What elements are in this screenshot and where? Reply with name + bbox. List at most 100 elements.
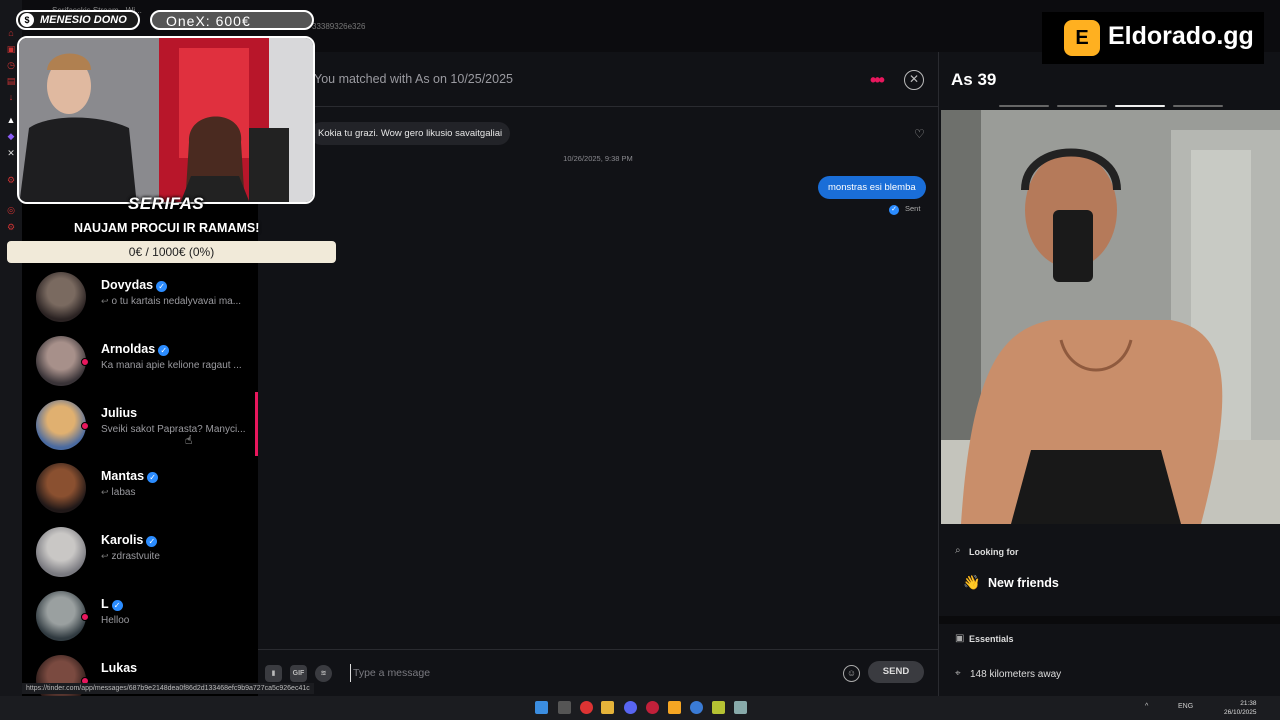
app-icon[interactable] xyxy=(690,701,703,714)
bookmark-icon[interactable]: ▣ xyxy=(6,44,16,54)
distance: 148 kilometers away xyxy=(970,669,1062,680)
sponsor-logo: E Eldorado.gg xyxy=(1042,12,1264,64)
start-icon[interactable] xyxy=(535,701,548,714)
donation-goal-bar: 0€ / 1000€ (0%) xyxy=(7,241,336,263)
avatar xyxy=(36,591,86,641)
verified-badge-icon: ✓ xyxy=(111,600,123,611)
app-icon[interactable] xyxy=(712,701,725,714)
ai-icon[interactable]: ▲ xyxy=(6,115,16,125)
message-preview: ↩ labas xyxy=(101,487,251,498)
match-name-text: Dovydas xyxy=(101,278,154,292)
online-indicator xyxy=(81,613,89,621)
message-preview: Ka manai apie kelione ragaut ... xyxy=(101,360,251,371)
message-preview: Sveiki sakot Paprasta? Manyci... xyxy=(101,424,251,435)
looking-for-label: Looking for xyxy=(969,547,1019,557)
incoming-message: Kokia tu grazi. Wow gero likusio savaitg… xyxy=(310,122,511,145)
address-bar-fragment[interactable]: 33389326e326 xyxy=(312,22,365,31)
search-icon: ⌕ xyxy=(955,545,961,556)
webcam-feed xyxy=(17,36,315,204)
match-name: Lukas xyxy=(101,661,137,675)
verified-badge-icon: ✓ xyxy=(158,345,170,356)
gear-icon[interactable]: ⚙ xyxy=(6,222,16,232)
photo-indicators xyxy=(943,105,1277,108)
goal-text: 0€ / 1000€ (0%) xyxy=(128,245,215,259)
verified-badge-icon: ✓ xyxy=(156,281,168,292)
wallet-icon[interactable]: ▤ xyxy=(6,76,16,86)
message-preview-text: zdrastvuite xyxy=(111,551,160,562)
extension-icon[interactable]: ◎ xyxy=(6,205,16,215)
more-options-icon[interactable]: ••• xyxy=(870,70,885,91)
sent-label: Sent xyxy=(905,204,921,213)
coin-icon: $ xyxy=(20,13,34,27)
sticker-icon[interactable]: ▮ xyxy=(265,665,282,682)
profile-photo[interactable] xyxy=(941,110,1280,524)
twitch-icon[interactable]: ◆ xyxy=(6,131,16,141)
chat-header: You matched with As on 10/25/2025 ••• ✕ xyxy=(258,52,938,107)
message-preview: ↩ zdrastvuite xyxy=(101,551,251,562)
match-name: L ✓ xyxy=(101,597,123,611)
photo-indicator[interactable] xyxy=(1057,105,1107,107)
list-item[interactable]: Arnoldas ✓ Ka manai apie kelione ragaut ..… xyxy=(36,336,251,390)
verified-badge-icon: ✓ xyxy=(147,472,159,483)
history-icon[interactable]: ◷ xyxy=(6,60,16,70)
download-icon[interactable]: ↓ xyxy=(6,92,16,102)
list-item[interactable]: Julius Sveiki sakot Paprasta? Manyci... xyxy=(36,400,251,454)
reply-icon: ↩ xyxy=(101,487,109,497)
location-pin-icon: ⌖ xyxy=(955,668,961,679)
send-button[interactable]: SEND xyxy=(868,661,924,683)
match-name: Dovydas ✓ xyxy=(101,278,168,292)
message-timestamp: 10/26/2025, 9:38 PM xyxy=(563,154,633,163)
chat-panel: You matched with As on 10/25/2025 ••• ✕ … xyxy=(258,52,938,696)
emoji-icon[interactable]: ☺ xyxy=(843,665,860,682)
matched-date: You matched with As on 10/25/2025 xyxy=(314,72,513,86)
avatar xyxy=(36,527,86,577)
windows-taskbar: ^ ENG 21:38 26/10/2025 xyxy=(0,696,1280,720)
webcam-illustration xyxy=(19,38,313,202)
settings-icon[interactable]: ⚙ xyxy=(6,175,16,185)
message-preview-text: Sveiki sakot Paprasta? Manyci... xyxy=(101,424,246,435)
home-icon[interactable]: ⌂ xyxy=(6,28,16,38)
list-item[interactable]: Mantas ✓ ↩ labas xyxy=(36,463,251,517)
message-preview-text: Helloo xyxy=(101,615,130,626)
essentials-label: Essentials xyxy=(969,634,1014,644)
discord-icon[interactable] xyxy=(624,701,637,714)
online-indicator xyxy=(81,422,89,430)
clock[interactable]: 21:38 26/10/2025 xyxy=(1224,699,1257,717)
app-icon[interactable] xyxy=(668,701,681,714)
message-preview: ↩ o tu kartais nedalyvavai ma... xyxy=(101,296,251,307)
sent-check-icon: ✓ xyxy=(889,205,899,215)
avatar xyxy=(36,463,86,513)
tray-chevron-icon[interactable]: ^ xyxy=(1145,703,1148,710)
list-item[interactable]: L ✓ Helloo xyxy=(36,591,251,645)
waving-hand-icon: 👋 xyxy=(963,574,981,590)
file-explorer-icon[interactable] xyxy=(601,701,614,714)
gif-button[interactable]: GIF xyxy=(290,665,307,682)
language-indicator[interactable]: ENG xyxy=(1178,703,1193,710)
match-name-text: L xyxy=(101,597,109,611)
photo-indicator[interactable] xyxy=(1115,105,1165,107)
spotify-icon[interactable]: ≋ xyxy=(315,665,332,682)
settings-icon[interactable] xyxy=(734,701,747,714)
task-view-icon[interactable] xyxy=(558,701,571,714)
online-indicator xyxy=(81,358,89,366)
avatar xyxy=(36,336,86,386)
close-icon[interactable]: ✕ xyxy=(904,70,924,90)
message-preview: Helloo xyxy=(101,615,251,626)
list-item[interactable]: Karolis ✓ ↩ zdrastvuite xyxy=(36,527,251,581)
streamer-name: SERIFAS xyxy=(128,194,205,213)
onex-overlay: OneX: 600€ xyxy=(150,10,314,30)
message-input[interactable] xyxy=(350,664,830,682)
browser-app-icon[interactable] xyxy=(580,701,593,714)
like-message-icon[interactable]: ♡ xyxy=(914,127,925,141)
list-item[interactable]: Dovydas ✓ ↩ o tu kartais nedalyvavai ma... xyxy=(36,272,251,326)
outgoing-message: monstras esi blemba xyxy=(818,176,926,199)
opera-icon[interactable] xyxy=(646,701,659,714)
donor-overlay: $ MENESIO DONO xyxy=(16,10,140,30)
photo-indicator[interactable] xyxy=(999,105,1049,107)
profile-photo-illustration xyxy=(941,110,1280,524)
photo-indicator[interactable] xyxy=(1173,105,1223,107)
verified-badge-icon: ✓ xyxy=(146,536,158,547)
x-icon[interactable]: ✕ xyxy=(6,148,16,158)
match-name-text: Julius xyxy=(101,406,138,420)
profile-panel: As 39 ⌕ Looking for 👋 New friends ▣ Esse… xyxy=(938,52,1280,696)
